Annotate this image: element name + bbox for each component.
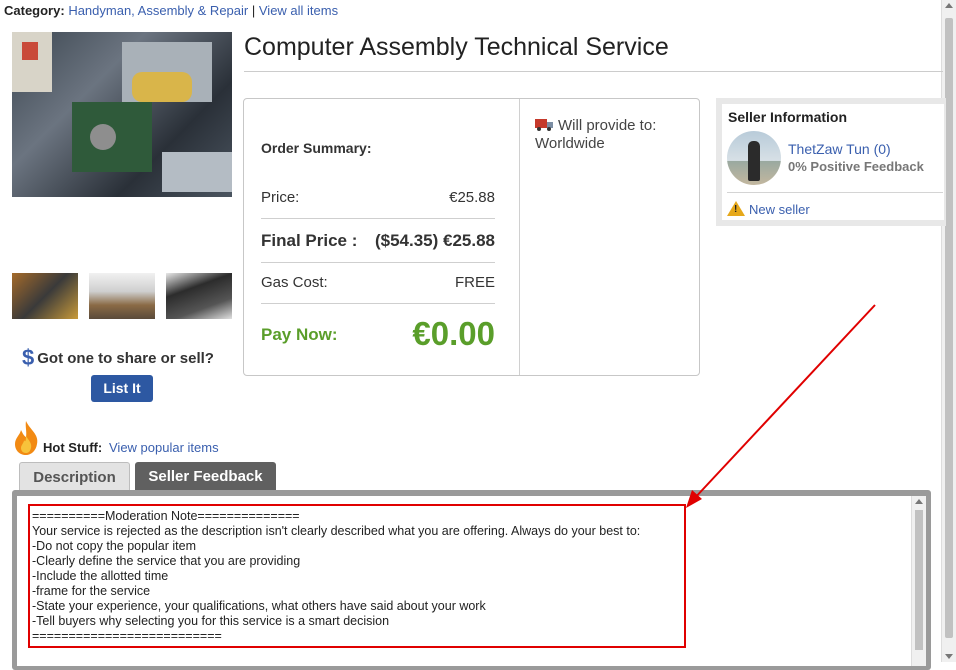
annotation-arrow: [686, 304, 876, 508]
